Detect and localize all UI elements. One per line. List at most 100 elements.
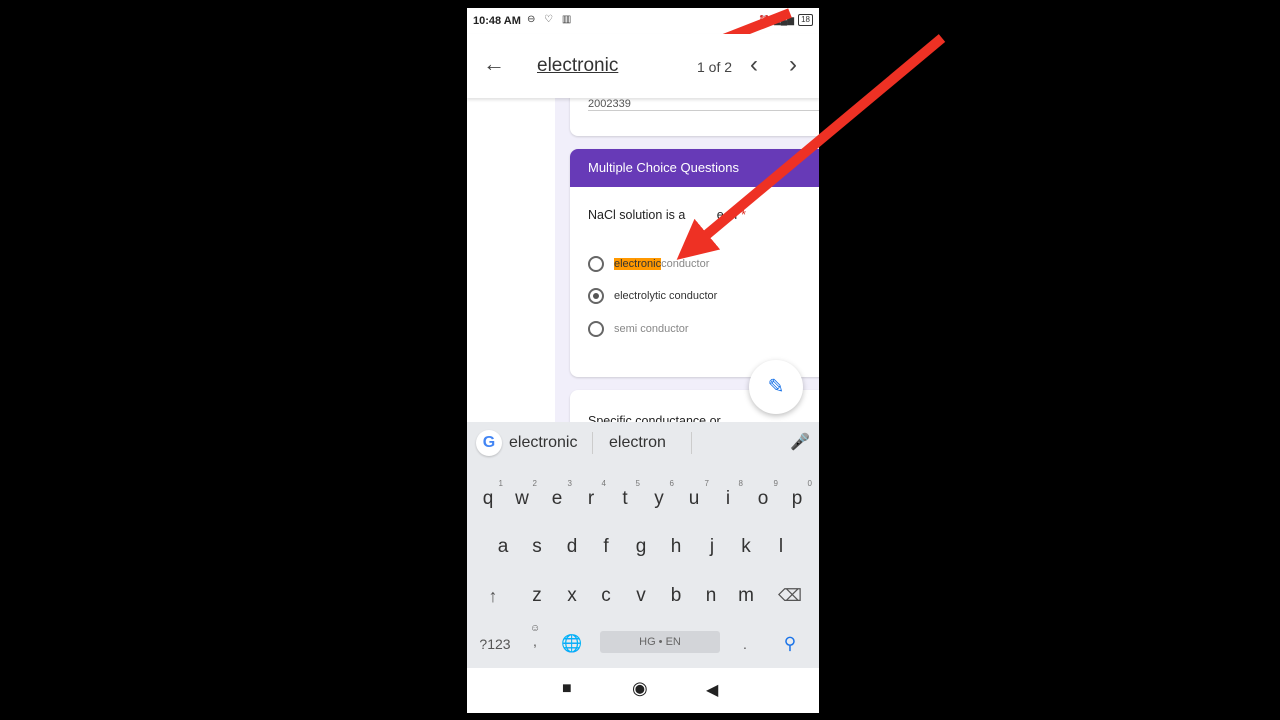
form-page: 2002339 Multiple Choice Questions NaCl s… [467,98,819,430]
search-icon[interactable]: ⚲ [775,621,805,667]
section-header: Multiple Choice Questions [570,149,819,187]
key-hint: 5 [635,479,640,488]
period-key[interactable]: . [733,621,757,667]
answer-field[interactable]: 2002339 [588,98,819,111]
key-j[interactable]: j [695,524,729,570]
suggestion[interactable]: electron [609,434,666,452]
key-hint: 8 [738,479,743,488]
divider [691,432,692,454]
comma-key[interactable]: , ☺ [523,621,547,667]
key-row-1: q1 w2 e3 r4 t5 y6 u7 i8 o9 p0 [467,476,819,522]
key-label: q [482,488,494,509]
left-margin [467,98,555,430]
key-e[interactable]: e3 [540,476,574,522]
key-y[interactable]: y6 [642,476,676,522]
key-hint: 0 [807,479,812,488]
key-label: o [757,488,769,509]
key-i[interactable]: i8 [711,476,745,522]
key-label: u [688,488,700,509]
google-icon[interactable]: G [476,430,502,456]
required-mark: * [741,208,746,222]
key-a[interactable]: a [486,524,520,570]
key-r[interactable]: r4 [574,476,608,522]
recents-icon[interactable]: ■ [562,680,572,698]
key-h[interactable]: h [659,524,693,570]
key-label: t [622,488,628,509]
key-n[interactable]: n [694,573,728,619]
option-label: conductor [661,258,710,270]
radio-selected-icon[interactable] [588,288,604,304]
key-hint: 4 [601,479,606,488]
emoji-icon: ☺ [530,623,541,634]
status-bar: 10:48 AM ⊖ ♡ ▥ ⏰ ▂▄▆ 18 [467,8,819,34]
key-d[interactable]: d [555,524,589,570]
globe-icon[interactable]: 🌐 [559,621,585,667]
key-k[interactable]: k [729,524,763,570]
key-w[interactable]: w2 [505,476,539,522]
mic-icon[interactable]: 🎤 [790,432,810,452]
phone-screen: 10:48 AM ⊖ ♡ ▥ ⏰ ▂▄▆ 18 ← electronic 1 o… [467,8,819,713]
key-hint: 1 [498,479,503,488]
battery-icon: 18 [798,14,813,26]
key-o[interactable]: o9 [746,476,780,522]
next-match-icon[interactable]: › [789,51,797,79]
divider [592,432,593,454]
key-x[interactable]: x [555,573,589,619]
key-hint: 2 [532,479,537,488]
radio-icon[interactable] [588,321,604,337]
key-m[interactable]: m [729,573,763,619]
match-count: 1 of 2 [697,59,733,75]
space-bar[interactable]: HG • EN [600,631,720,653]
option-semi[interactable]: semi conductor [588,321,689,337]
question-start: NaCl solution is a [588,208,686,222]
previous-match-icon[interactable]: ‹ [750,51,758,79]
key-c[interactable]: c [589,573,623,619]
key-row-3: ↑ z x c v b n m ⌫ [467,573,819,619]
radio-icon[interactable] [588,256,604,272]
key-g[interactable]: g [624,524,658,570]
suggestion[interactable]: electronic [509,434,577,452]
home-icon[interactable]: ◉ [632,678,648,699]
key-v[interactable]: v [624,573,658,619]
key-q[interactable]: q1 [471,476,505,522]
key-hint: 7 [704,479,709,488]
symbols-key[interactable]: ?123 [475,621,515,667]
edit-pencil-icon[interactable]: ✎ [749,360,803,414]
question-end: e of [716,208,738,222]
system-icons: ⏰ ▂▄▆ 18 [759,14,813,26]
key-s[interactable]: s [520,524,554,570]
key-b[interactable]: b [659,573,693,619]
option-electrolytic[interactable]: electrolytic conductor [588,288,717,304]
key-label: y [654,488,664,509]
backspace-icon[interactable]: ⌫ [773,573,807,619]
key-u[interactable]: u7 [677,476,711,522]
key-label: p [791,488,803,509]
key-label: w [515,488,529,509]
key-p[interactable]: p0 [780,476,814,522]
key-l[interactable]: l [764,524,798,570]
option-label: semi conductor [614,323,689,335]
keyboard: G electronic electron 🎤 q1 w2 e3 r4 t5 y… [467,422,819,668]
key-label: e [551,488,563,509]
navigation-bar: ■ ◉ ◀ [467,668,819,713]
key-t[interactable]: t5 [608,476,642,522]
key-hint: 6 [669,479,674,488]
key-hint: 3 [567,479,572,488]
answer-card: 2002339 [570,98,819,136]
key-row-2: a s d f g h j k l [467,524,819,570]
key-label: r [587,488,595,509]
key-f[interactable]: f [589,524,623,570]
key-row-4: ?123 , ☺ 🌐 HG • EN . ⚲ [467,621,819,667]
shift-icon[interactable]: ↑ [476,573,510,619]
question-text: NaCl solution is a e of * [588,208,746,222]
status-time: 10:48 AM [473,15,521,27]
notification-icons: ⊖ ♡ ▥ [527,14,575,25]
alarm-icon: ⏰ [758,14,770,25]
back-arrow-icon[interactable]: ← [483,52,505,76]
option-electronic[interactable]: electronic conductor [588,256,709,272]
question-card: Multiple Choice Questions NaCl solution … [570,149,819,377]
find-input[interactable]: electronic [537,55,618,77]
signal-icon: ▂▄▆ [773,14,795,25]
key-hint: 9 [773,479,778,488]
back-triangle-icon[interactable]: ◀ [706,680,718,700]
